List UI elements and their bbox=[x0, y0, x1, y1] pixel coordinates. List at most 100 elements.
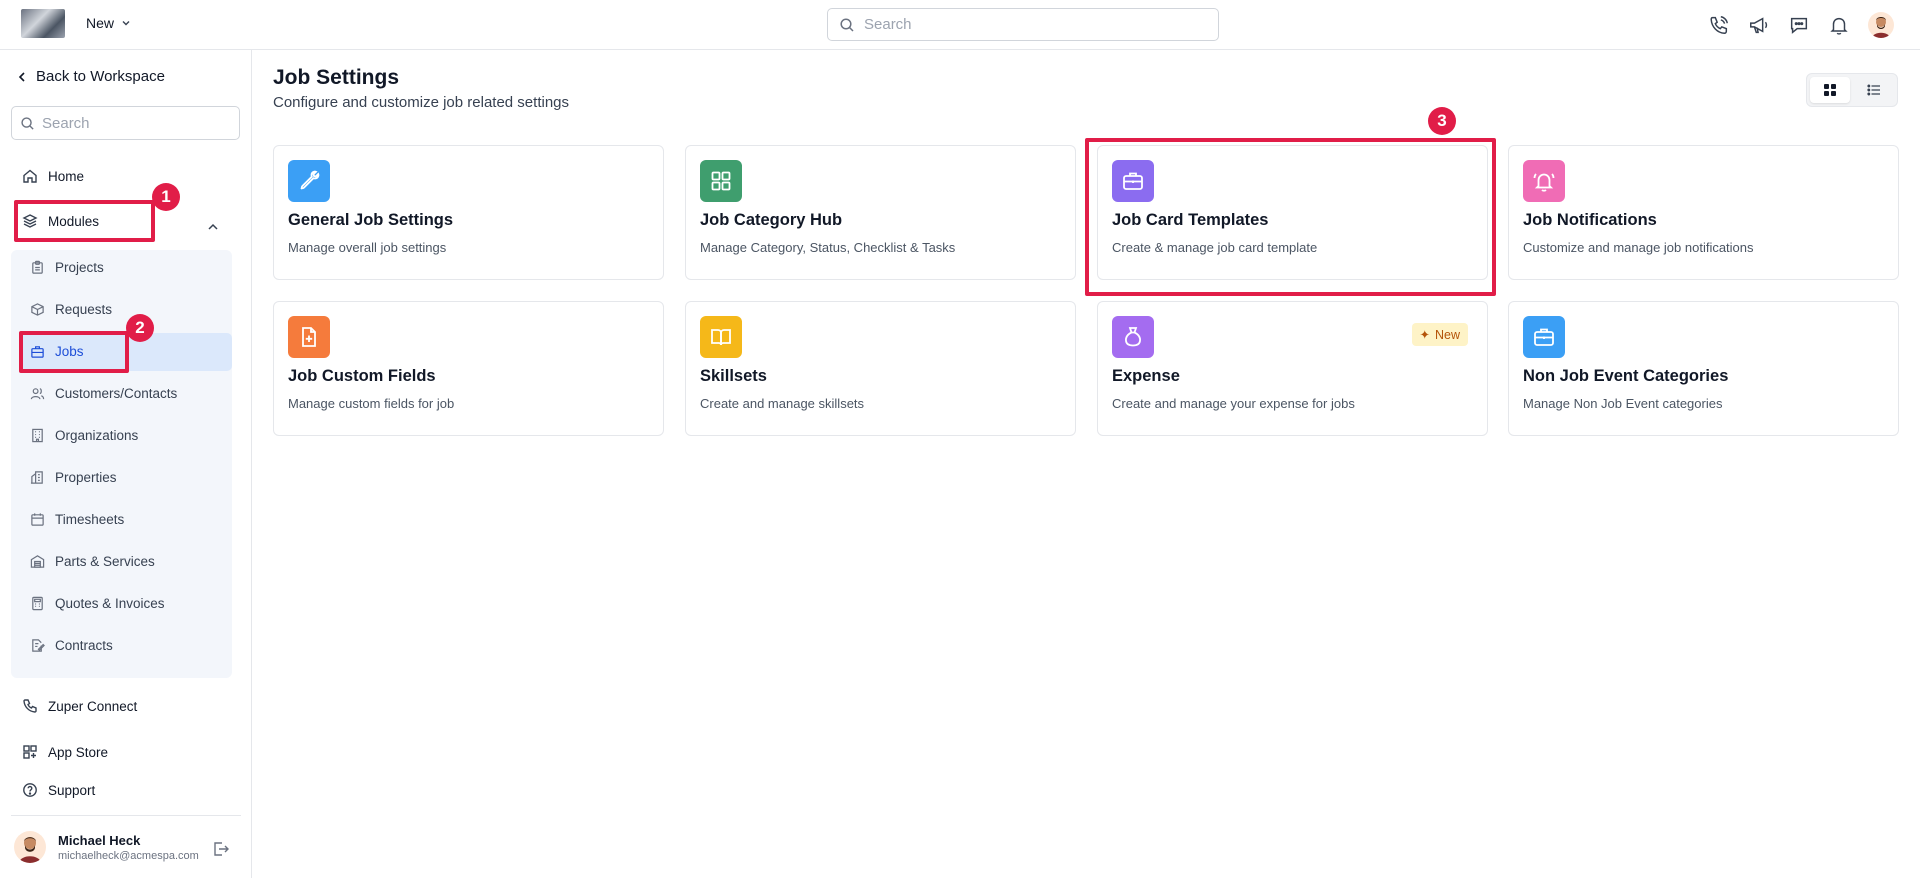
sidebar-search[interactable] bbox=[11, 106, 240, 140]
card-job-notifications[interactable]: Job Notifications Customize and manage j… bbox=[1508, 145, 1899, 280]
company-logo[interactable] bbox=[21, 9, 65, 38]
calendar-icon bbox=[31, 513, 44, 526]
card-skillsets[interactable]: Skillsets Create and manage skillsets bbox=[685, 301, 1076, 436]
card-non-job-event-categories[interactable]: Non Job Event Categories Manage Non Job … bbox=[1508, 301, 1899, 436]
sidebar-item-parts-services[interactable]: Parts & Services bbox=[30, 554, 155, 569]
sidebar-divider bbox=[11, 815, 241, 816]
card-title: Job Notifications bbox=[1523, 211, 1657, 229]
bell-ring-icon bbox=[1533, 173, 1555, 192]
sidebar-item-zuper-connect[interactable]: Zuper Connect bbox=[22, 698, 137, 714]
properties-icon bbox=[30, 471, 43, 484]
grid-view-button[interactable] bbox=[1810, 77, 1850, 103]
sidebar-item-organizations[interactable]: Organizations bbox=[30, 428, 138, 443]
phone-call-icon[interactable] bbox=[1708, 14, 1730, 36]
book-open-icon bbox=[711, 329, 731, 346]
sidebar-item-contracts[interactable]: Contracts bbox=[30, 638, 113, 653]
money-bag-icon bbox=[1125, 327, 1141, 347]
sidebar-item-quotes-invoices[interactable]: Quotes & Invoices bbox=[30, 596, 165, 611]
card-icon-box bbox=[1112, 160, 1154, 202]
card-title: Job Category Hub bbox=[700, 211, 843, 229]
help-circle-icon bbox=[23, 783, 37, 797]
view-toggle bbox=[1806, 73, 1898, 107]
file-signature-icon bbox=[32, 639, 45, 652]
card-title: Skillsets bbox=[700, 367, 767, 385]
card-job-custom-fields[interactable]: Job Custom Fields Manage custom fields f… bbox=[273, 301, 664, 436]
card-description: Manage Non Job Event categories bbox=[1523, 396, 1723, 411]
warehouse-icon bbox=[30, 555, 45, 568]
global-search[interactable] bbox=[827, 8, 1219, 41]
new-badge-label: New bbox=[1434, 327, 1460, 342]
card-title: Job Card Templates bbox=[1112, 211, 1269, 229]
phone-icon bbox=[23, 699, 37, 713]
sidebar-item-label: App Store bbox=[48, 744, 109, 760]
new-button[interactable]: New bbox=[86, 15, 132, 31]
new-badge: ✦ New bbox=[1411, 323, 1468, 346]
users-icon bbox=[30, 388, 45, 400]
avatar-portrait-icon bbox=[19, 837, 41, 863]
card-description: Create & manage job card template bbox=[1112, 240, 1318, 255]
sidebar-item-label: Requests bbox=[55, 302, 113, 317]
list-view-button[interactable] bbox=[1854, 77, 1894, 103]
bell-icon[interactable] bbox=[1828, 14, 1850, 36]
card-icon-box bbox=[700, 316, 742, 358]
page-subtitle: Configure and customize job related sett… bbox=[273, 94, 570, 111]
card-expense[interactable]: ✦ New Expense Create and manage your exp… bbox=[1097, 301, 1488, 436]
sidebar-item-home[interactable]: Home bbox=[22, 168, 84, 184]
chevron-up-icon[interactable] bbox=[206, 220, 220, 234]
sidebar-item-properties[interactable]: Properties bbox=[30, 470, 117, 485]
user-email: michaelheck@acmespa.com bbox=[58, 849, 199, 862]
sidebar-item-label: Organizations bbox=[55, 428, 139, 443]
card-general-job-settings[interactable]: General Job Settings Manage overall job … bbox=[273, 145, 664, 280]
card-title: Expense bbox=[1112, 367, 1180, 385]
sidebar-search-input[interactable] bbox=[42, 114, 239, 132]
logout-icon[interactable] bbox=[212, 840, 230, 858]
sidebar-item-customers-contacts[interactable]: Customers/Contacts bbox=[30, 386, 177, 401]
card-icon-box bbox=[1112, 316, 1154, 358]
clipboard-icon bbox=[32, 260, 43, 274]
card-job-category-hub[interactable]: Job Category Hub Manage Category, Status… bbox=[685, 145, 1076, 280]
annotation-box-1 bbox=[14, 200, 155, 242]
sidebar-item-label: Quotes & Invoices bbox=[55, 596, 165, 611]
calculator-icon bbox=[32, 596, 43, 611]
profile-avatar[interactable] bbox=[1868, 12, 1894, 38]
card-description: Manage custom fields for job bbox=[288, 396, 455, 411]
card-title: General Job Settings bbox=[288, 211, 454, 229]
card-description: Customize and manage job notifications bbox=[1523, 240, 1754, 255]
search-icon bbox=[21, 117, 34, 130]
box-icon bbox=[31, 303, 44, 316]
sidebar-item-requests[interactable]: Requests bbox=[30, 302, 112, 317]
sidebar-item-label: Properties bbox=[55, 470, 117, 485]
chat-icon[interactable] bbox=[1788, 14, 1810, 36]
annotation-box-2 bbox=[19, 331, 129, 373]
sidebar-item-label: Customers/Contacts bbox=[55, 386, 178, 401]
sidebar-item-support[interactable]: Support bbox=[22, 782, 95, 798]
top-bar: New bbox=[0, 0, 1920, 50]
user-name: Michael Heck bbox=[58, 832, 141, 848]
annotation-badge-3: 3 bbox=[1428, 107, 1456, 135]
back-to-workspace-link[interactable]: Back to Workspace bbox=[16, 68, 165, 85]
sidebar-item-label: Parts & Services bbox=[55, 554, 155, 569]
sidebar-item-projects[interactable]: Projects bbox=[30, 260, 104, 275]
card-icon-box bbox=[1523, 160, 1565, 202]
card-description: Create and manage your expense for jobs bbox=[1112, 396, 1355, 411]
sidebar-item-label: Zuper Connect bbox=[48, 698, 138, 714]
sidebar-item-app-store[interactable]: App Store bbox=[22, 744, 108, 760]
card-description: Manage overall job settings bbox=[288, 240, 447, 255]
back-label: Back to Workspace bbox=[36, 68, 165, 85]
new-button-label: New bbox=[86, 15, 115, 31]
sidebar-item-timesheets[interactable]: Timesheets bbox=[30, 512, 124, 527]
home-icon bbox=[23, 169, 37, 183]
megaphone-icon[interactable] bbox=[1748, 14, 1770, 36]
file-plus-icon bbox=[302, 327, 316, 347]
sidebar-item-label: Timesheets bbox=[55, 512, 125, 527]
card-description: Manage Category, Status, Checklist & Tas… bbox=[700, 240, 956, 255]
card-icon-box bbox=[700, 160, 742, 202]
briefcase-icon bbox=[1123, 172, 1143, 190]
card-title: Job Custom Fields bbox=[288, 367, 436, 385]
card-job-card-templates[interactable]: Job Card Templates Create & manage job c… bbox=[1097, 145, 1488, 280]
global-search-input[interactable] bbox=[864, 16, 1218, 33]
list-icon bbox=[1867, 84, 1880, 96]
user-profile[interactable]: Michael Heck michaelheck@acmespa.com bbox=[14, 831, 199, 863]
annotation-badge-2: 2 bbox=[126, 314, 154, 342]
search-icon bbox=[840, 18, 854, 32]
